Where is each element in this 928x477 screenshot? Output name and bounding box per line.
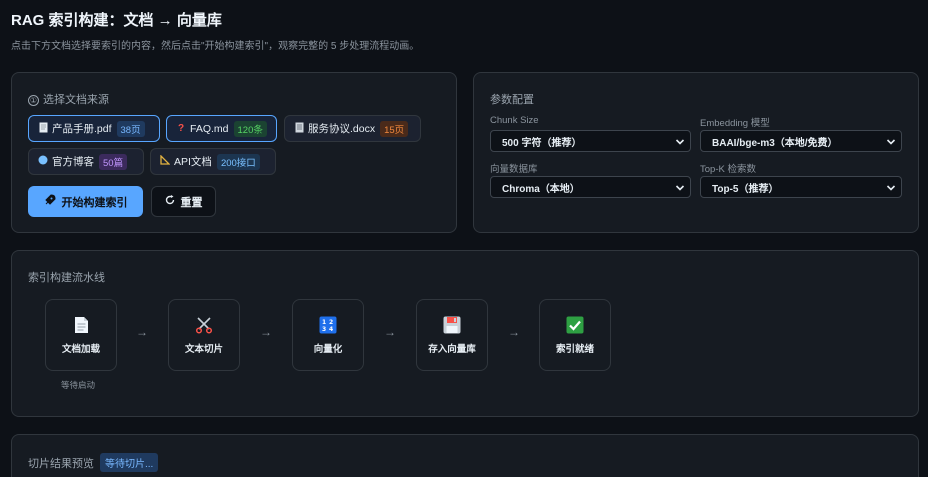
numbers-icon: 1234 [319, 316, 337, 334]
vector-db-label: 向量数据库 [490, 164, 538, 175]
stage-text-chunking: 文本切片 [168, 299, 240, 371]
embedding-model-label: Embedding 模型 [700, 118, 770, 129]
doc-chip-faq[interactable]: ? FAQ.md 120条 [166, 115, 277, 142]
svg-text:1: 1 [322, 319, 326, 326]
doc-name: API文档 [174, 156, 212, 168]
stage-document-loading: 文档加载 [45, 299, 117, 371]
doc-name: FAQ.md [190, 122, 229, 135]
svg-text:4: 4 [329, 326, 333, 333]
doc-name: 产品手册.pdf [52, 123, 112, 135]
chevron-down-icon [886, 139, 896, 145]
doc-count-badge: 50篇 [99, 153, 128, 170]
chunk-size-value: 500 字符（推荐） [502, 137, 582, 149]
chunk-size-select[interactable]: 500 字符（推荐） [490, 130, 691, 152]
embedding-model-select[interactable]: BAAI/bge-m3（本地/免费） [700, 130, 902, 152]
preview-card-title: 切片结果预览 [28, 458, 94, 470]
step-number: ① [28, 95, 39, 106]
refresh-icon [165, 195, 175, 208]
doc-count-badge: 120条 [233, 120, 267, 137]
page-icon [72, 316, 90, 334]
chevron-down-icon [675, 185, 685, 191]
source-card-title: 选择文档来源 [43, 94, 109, 106]
document-source-card: ① 选择文档来源 产品手册.pdf 38页 ? FAQ.md 120条 服务协议.… [11, 72, 457, 233]
top-k-select[interactable]: Top-5（推荐） [700, 176, 902, 198]
doc-chip-product-manual[interactable]: 产品手册.pdf 38页 [28, 115, 160, 142]
stage-label: 文档加载 [61, 343, 100, 355]
chunk-preview-card: 切片结果预览 等待切片... [11, 434, 919, 477]
memo-icon [294, 122, 304, 136]
reset-label: 重置 [180, 196, 203, 209]
stage-label: 向量化 [313, 343, 343, 355]
doc-count-badge: 15页 [380, 120, 409, 137]
vector-db-value: Chroma（本地） [502, 183, 580, 195]
pipeline-card-title: 索引构建流水线 [28, 272, 105, 284]
svg-text:3: 3 [322, 326, 326, 333]
source-card-heading: ① 选择文档来源 [28, 91, 109, 107]
doc-chip-official-blog[interactable]: 官方博客 50篇 [28, 148, 144, 175]
flow-arrow: → [384, 325, 396, 339]
doc-count-badge: 200接口 [216, 153, 260, 170]
ruler-icon [160, 154, 171, 168]
page-subtitle: 点击下方文档选择要索引的内容，然后点击"开始构建索引"，观察完整的 5 步处理流… [11, 41, 420, 52]
top-k-value: Top-5（推荐） [712, 183, 779, 195]
build-index-label: 开始构建索引 [61, 196, 128, 209]
waiting-badge: 等待切片... [100, 453, 159, 472]
stage-label: 存入向量库 [428, 343, 476, 355]
params-card-title: 参数配置 [490, 94, 534, 106]
scissors-icon [195, 316, 213, 334]
params-card: 参数配置 Chunk Size 500 字符（推荐） Embedding 模型 … [473, 72, 919, 233]
reset-button[interactable]: 重置 [151, 186, 216, 217]
document-icon [38, 122, 48, 136]
chevron-down-icon [886, 185, 896, 191]
embedding-model-value: BAAI/bge-m3（本地/免费） [712, 137, 838, 149]
flow-arrow: → [136, 325, 148, 339]
stage-vectorize: 1234 向量化 [292, 299, 364, 371]
question-icon: ? [177, 123, 185, 134]
stage-label: 文本切片 [184, 343, 223, 355]
top-k-label: Top-K 检索数 [700, 164, 756, 175]
doc-chip-api-docs[interactable]: API文档 200接口 [150, 148, 276, 175]
page-title: RAG 索引构建：文档 → 向量库 [11, 12, 222, 29]
chunk-size-label: Chunk Size [490, 115, 539, 126]
preview-card-heading: 切片结果预览 等待切片... [28, 453, 159, 472]
pipeline-card: 索引构建流水线 文档加载 等待启动 → 文本切片 → 1234 向量化 → 存入… [11, 250, 919, 417]
check-icon [566, 316, 584, 334]
globe-icon [38, 155, 48, 168]
doc-count-badge: 38页 [116, 120, 145, 137]
doc-name: 官方博客 [52, 156, 94, 168]
flow-arrow: → [508, 325, 520, 339]
build-index-button[interactable]: 开始构建索引 [28, 186, 143, 217]
stage-store-vector-db: 存入向量库 [416, 299, 488, 371]
vector-db-select[interactable]: Chroma（本地） [490, 176, 691, 198]
stage-status: 等待启动 [61, 380, 96, 390]
stage-label: 索引就绪 [555, 343, 594, 355]
svg-text:2: 2 [329, 319, 333, 326]
doc-chip-service-agreement[interactable]: 服务协议.docx 15页 [284, 115, 421, 142]
flow-arrow: → [260, 325, 272, 339]
rocket-icon [44, 194, 56, 209]
floppy-disk-icon [443, 316, 461, 334]
doc-name: 服务协议.docx [308, 123, 376, 135]
chevron-down-icon [675, 139, 685, 145]
stage-index-ready: 索引就绪 [539, 299, 611, 371]
